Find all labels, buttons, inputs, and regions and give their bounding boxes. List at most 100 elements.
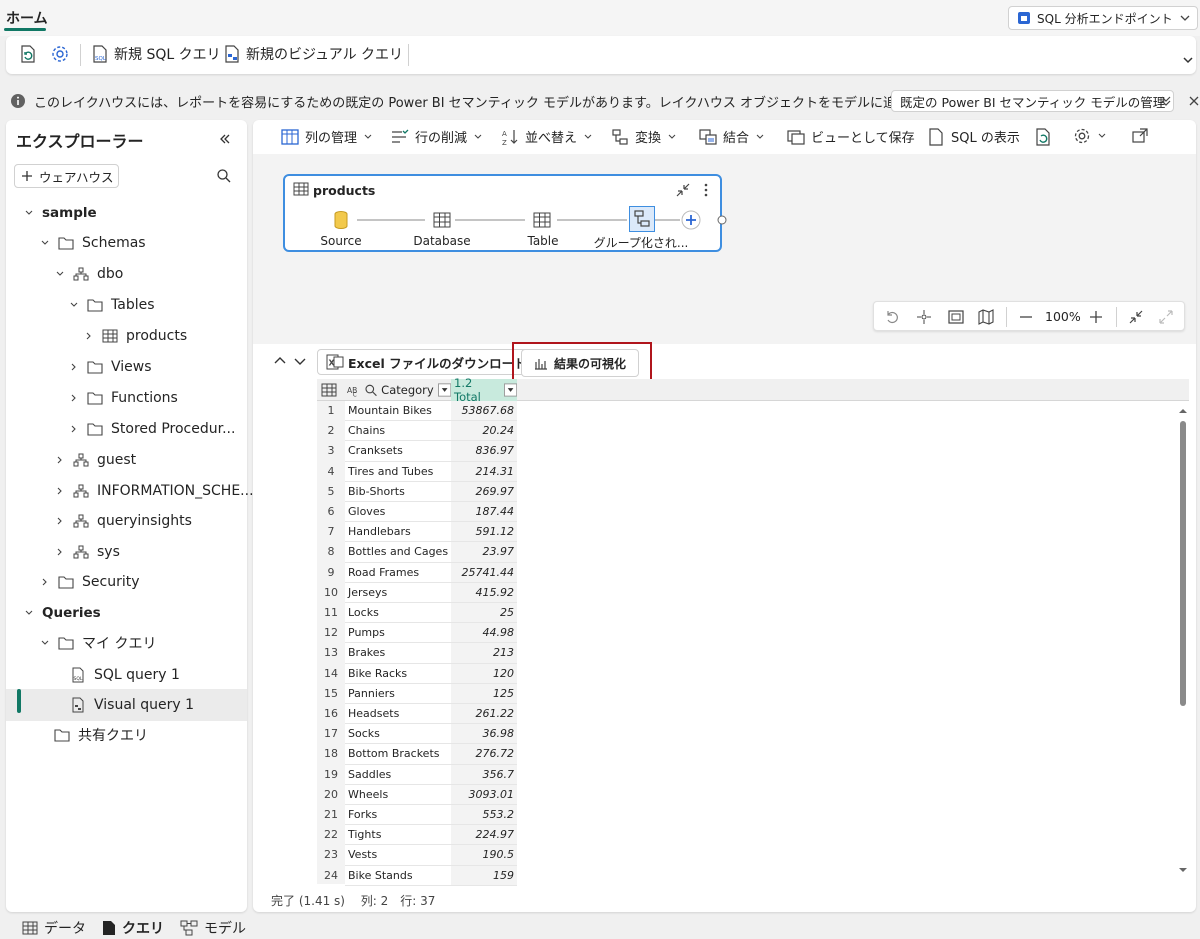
cell-category[interactable]: Bib-Shorts bbox=[345, 482, 451, 502]
double-chevron-down-icon[interactable] bbox=[1159, 94, 1173, 108]
table-row[interactable]: 2 Chains 20.24 bbox=[317, 421, 517, 442]
column-header-total[interactable]: 1.2 Total bbox=[451, 376, 517, 404]
cell-category[interactable]: Bottles and Cages bbox=[345, 542, 451, 563]
view-data-button[interactable]: データ bbox=[22, 918, 86, 938]
table-row[interactable]: 1 Mountain Bikes 53867.68 bbox=[317, 401, 517, 422]
cell-total[interactable]: 276.72 bbox=[451, 744, 517, 765]
tree-node-guest[interactable]: guest bbox=[55, 448, 136, 472]
cell-category[interactable]: Panniers bbox=[345, 684, 451, 704]
tree-node-tables[interactable]: Tables bbox=[69, 293, 155, 317]
cell-total[interactable]: 44.98 bbox=[451, 623, 517, 644]
tab-home[interactable]: ホーム bbox=[6, 8, 48, 28]
view-model-button[interactable]: モデル bbox=[180, 918, 246, 938]
zoom-in-icon[interactable] bbox=[1088, 309, 1104, 325]
tree-node-views[interactable]: Views bbox=[69, 355, 152, 379]
cell-total[interactable]: 25741.44 bbox=[451, 562, 517, 583]
manage-semantic-model-button[interactable]: 既定の Power BI セマンティック モデルの管理 bbox=[891, 90, 1175, 112]
cell-category[interactable]: Wheels bbox=[345, 785, 451, 805]
cell-category[interactable]: Socks bbox=[345, 724, 451, 745]
scroll-up-icon[interactable] bbox=[1178, 406, 1188, 416]
cell-category[interactable]: Headsets bbox=[345, 704, 451, 725]
table-row[interactable]: 8 Bottles and Cages 23.97 bbox=[317, 542, 517, 563]
cell-category[interactable]: Tires and Tubes bbox=[345, 462, 451, 482]
tree-node-sample[interactable]: sample bbox=[24, 201, 97, 225]
table-row[interactable]: 14 Bike Racks 120 bbox=[317, 663, 517, 684]
tree-node-products[interactable]: products bbox=[84, 324, 187, 348]
cell-total[interactable]: 190.5 bbox=[451, 845, 517, 866]
cell-category[interactable]: Handlebars bbox=[345, 522, 451, 543]
save-as-view-button[interactable]: ビューとして保存 bbox=[787, 127, 915, 146]
cell-total[interactable]: 356.7 bbox=[451, 764, 517, 785]
chevron-down-icon[interactable] bbox=[293, 354, 307, 368]
query-settings-button[interactable] bbox=[1073, 127, 1107, 145]
cell-total[interactable]: 553.2 bbox=[451, 805, 517, 826]
tree-node-my-queries[interactable]: マイ クエリ bbox=[40, 631, 156, 655]
table-icon[interactable] bbox=[433, 212, 451, 228]
search-icon[interactable] bbox=[216, 168, 232, 184]
chevron-up-icon[interactable] bbox=[273, 354, 287, 368]
cell-total[interactable]: 125 bbox=[451, 683, 517, 704]
pop-out-button[interactable] bbox=[1131, 127, 1149, 145]
undo-icon[interactable] bbox=[884, 309, 900, 325]
cell-total[interactable]: 159 bbox=[451, 865, 517, 886]
download-excel-button[interactable]: X Excel ファイルのダウンロード bbox=[317, 349, 536, 375]
new-visual-query-button[interactable]: 新規のビジュアル クエリ bbox=[222, 44, 403, 64]
tree-node-sql-query-1[interactable]: SQL SQL query 1 bbox=[70, 663, 180, 687]
cell-total[interactable]: 20.24 bbox=[451, 421, 517, 442]
tree-node-queryinsights[interactable]: queryinsights bbox=[55, 509, 192, 533]
transform-button[interactable]: 変換 bbox=[611, 127, 677, 146]
table-row[interactable]: 17 Socks 36.98 bbox=[317, 724, 517, 745]
cell-total[interactable]: 214.31 bbox=[451, 461, 517, 482]
cell-total[interactable]: 224.97 bbox=[451, 825, 517, 846]
cell-total[interactable]: 269.97 bbox=[451, 481, 517, 502]
table-row[interactable]: 22 Tights 224.97 bbox=[317, 825, 517, 846]
tree-node-security[interactable]: Security bbox=[40, 570, 140, 594]
table-row[interactable]: 20 Wheels 3093.01 bbox=[317, 784, 517, 805]
refresh-preview-button[interactable] bbox=[1033, 127, 1053, 147]
refresh-button[interactable] bbox=[18, 44, 42, 64]
table-row[interactable]: 10 Jerseys 415.92 bbox=[317, 582, 517, 603]
expand-icon[interactable] bbox=[1158, 309, 1174, 325]
view-query-button[interactable]: クエリ bbox=[102, 918, 164, 938]
cell-total[interactable]: 120 bbox=[451, 663, 517, 684]
tree-node-queries[interactable]: Queries bbox=[24, 601, 101, 625]
column-header-category[interactable]: AB C Category bbox=[345, 379, 451, 401]
cell-total[interactable]: 415.92 bbox=[451, 582, 517, 603]
table-row[interactable]: 3 Cranksets 836.97 bbox=[317, 441, 517, 462]
cell-total[interactable]: 591.12 bbox=[451, 522, 517, 543]
table-row[interactable]: 19 Saddles 356.7 bbox=[317, 764, 517, 785]
add-warehouse-button[interactable]: ウェアハウス bbox=[14, 164, 119, 188]
cell-category[interactable]: Cranksets bbox=[345, 441, 451, 462]
cell-category[interactable]: Bike Stands bbox=[345, 866, 451, 886]
cell-total[interactable]: 25 bbox=[451, 603, 517, 624]
settings-button[interactable] bbox=[50, 44, 74, 64]
reduce-rows-button[interactable]: 行の削減 bbox=[391, 127, 483, 146]
collapse-icon[interactable] bbox=[1128, 309, 1144, 325]
table-row[interactable]: 21 Forks 553.2 bbox=[317, 805, 517, 826]
tree-node-information-schema[interactable]: INFORMATION_SCHE... bbox=[55, 479, 254, 503]
table-row[interactable]: 6 Gloves 187.44 bbox=[317, 502, 517, 523]
cell-total[interactable]: 23.97 bbox=[451, 542, 517, 563]
tree-node-dbo[interactable]: dbo bbox=[55, 262, 123, 286]
table-row[interactable]: 9 Road Frames 25741.44 bbox=[317, 562, 517, 583]
scroll-down-icon[interactable] bbox=[1178, 865, 1188, 875]
sort-button[interactable]: AZ 並べ替え bbox=[501, 127, 593, 146]
table-row[interactable]: 24 Bike Stands 159 bbox=[317, 865, 517, 886]
cell-category[interactable]: Forks bbox=[345, 805, 451, 826]
cell-category[interactable]: Vests bbox=[345, 845, 451, 866]
cell-total[interactable]: 36.98 bbox=[451, 724, 517, 745]
cell-total[interactable]: 213 bbox=[451, 643, 517, 664]
table-row[interactable]: 12 Pumps 44.98 bbox=[317, 623, 517, 644]
add-step-icon[interactable] bbox=[681, 210, 701, 230]
dropdown-icon[interactable] bbox=[503, 383, 517, 397]
tree-node-visual-query-1[interactable]: Visual query 1 bbox=[70, 693, 194, 717]
new-sql-query-button[interactable]: SQL 新規 SQL クエリ bbox=[90, 44, 221, 64]
more-options-icon[interactable] bbox=[703, 182, 709, 198]
view-sql-button[interactable]: SQL の表示 bbox=[927, 127, 1020, 146]
cell-category[interactable]: Gloves bbox=[345, 502, 451, 523]
close-icon[interactable] bbox=[1188, 95, 1200, 107]
table-row[interactable]: 15 Panniers 125 bbox=[317, 683, 517, 704]
table-row[interactable]: 4 Tires and Tubes 214.31 bbox=[317, 461, 517, 482]
cell-total[interactable]: 53867.68 bbox=[451, 401, 517, 422]
collapse-icon[interactable] bbox=[675, 182, 691, 198]
